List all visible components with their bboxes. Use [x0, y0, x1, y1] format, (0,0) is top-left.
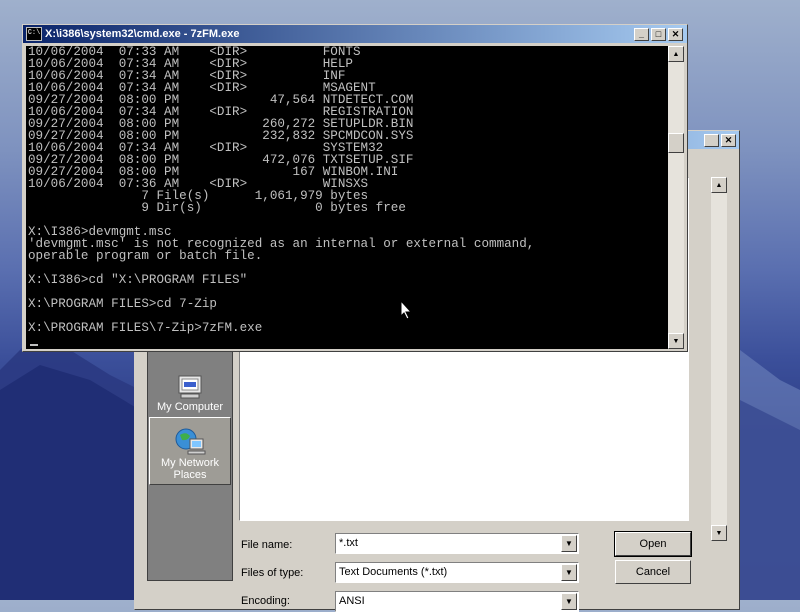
place-label: My Computer [156, 401, 224, 413]
scroll-down-arrow-icon[interactable]: ▼ [668, 333, 684, 349]
encoding-value[interactable]: ANSI [339, 595, 365, 607]
cmd-icon: C:\ [26, 27, 42, 41]
open-button[interactable]: Open [614, 531, 692, 557]
dialog-help-button[interactable] [704, 133, 719, 147]
console-line: operable program or batch file. [28, 249, 263, 263]
console-line: X:\PROGRAM FILES>cd 7-Zip [28, 297, 217, 311]
file-type-value[interactable]: Text Documents (*.txt) [339, 566, 447, 578]
cmd-window: C:\ X:\i386\system32\cmd.exe - 7zFM.exe … [22, 24, 688, 352]
console-output[interactable]: 10/06/2004 07:33 AM <DIR> FONTS 10/06/200… [26, 46, 668, 349]
mouse-pointer-icon [400, 300, 412, 320]
place-my-computer[interactable]: My Computer [149, 352, 231, 416]
maximize-icon[interactable]: □ [651, 27, 666, 41]
cmd-titlebar[interactable]: C:\ X:\i386\system32\cmd.exe - 7zFM.exe … [23, 25, 687, 43]
file-name-value[interactable]: *.txt [339, 537, 358, 549]
scroll-thumb[interactable] [668, 133, 684, 153]
file-type-label: Files of type: [241, 567, 304, 579]
chevron-down-icon[interactable]: ▼ [561, 535, 577, 552]
minimize-icon[interactable]: _ [634, 27, 649, 41]
console-line: 9 Dir(s) 0 bytes free [28, 201, 406, 215]
network-places-icon [175, 428, 206, 455]
encoding-label: Encoding: [241, 595, 290, 607]
file-list-scrollbar[interactable]: ▲ ▼ [711, 177, 727, 541]
cmd-scrollbar[interactable]: ▲ ▼ [668, 46, 684, 349]
dialog-close-button[interactable]: ✕ [721, 133, 736, 147]
file-type-combo[interactable]: Text Documents (*.txt) ▼ [335, 562, 579, 583]
encoding-combo[interactable]: ANSI ▼ [335, 591, 579, 612]
file-name-combo[interactable]: *.txt ▼ [335, 533, 579, 554]
scroll-up-arrow-icon[interactable]: ▲ [711, 177, 727, 193]
file-name-label: File name: [241, 539, 293, 551]
chevron-down-icon[interactable]: ▼ [561, 593, 577, 610]
chevron-down-icon[interactable]: ▼ [561, 564, 577, 581]
cancel-button[interactable]: Cancel [615, 560, 691, 584]
cmd-window-title: X:\i386\system32\cmd.exe - 7zFM.exe [45, 28, 240, 40]
text-cursor [30, 344, 38, 346]
place-my-network-places[interactable]: My Network Places [149, 417, 231, 485]
console-line: X:\PROGRAM FILES\7-Zip>7zFM.exe [28, 321, 263, 335]
console-line: X:\I386>cd "X:\PROGRAM FILES" [28, 273, 248, 287]
places-bar: My Computer My Network Places [147, 349, 233, 581]
my-computer-icon [178, 375, 202, 399]
close-icon[interactable]: ✕ [668, 27, 683, 41]
place-label: My Network Places [160, 457, 220, 481]
scroll-down-arrow-icon[interactable]: ▼ [711, 525, 727, 541]
scroll-up-arrow-icon[interactable]: ▲ [668, 46, 684, 62]
